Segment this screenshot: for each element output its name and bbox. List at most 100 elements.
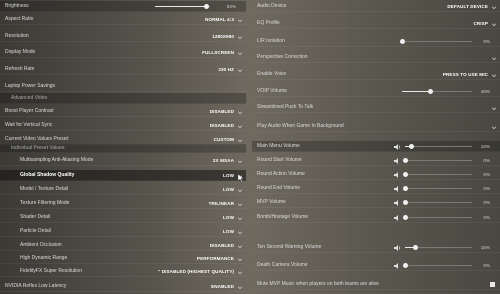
- fsr-label: FidelityFX Super Resolution: [20, 268, 82, 274]
- chevron-down-icon[interactable]: [491, 4, 497, 10]
- chevron-down-icon[interactable]: [237, 50, 243, 56]
- shadow-quality-row[interactable]: Global Shadow Quality LOW: [0, 170, 246, 182]
- display-mode-row[interactable]: Display Mode FULLSCREEN: [0, 47, 246, 58]
- chevron-down-icon[interactable]: [237, 243, 243, 249]
- round-action-volume-slider-knob[interactable]: [402, 172, 408, 177]
- mouse-cursor-icon: [238, 174, 244, 182]
- round-start-volume-value: 0%: [483, 157, 490, 163]
- round-end-volume-value: 0%: [483, 185, 490, 191]
- death-camera-volume-slider-knob[interactable]: [402, 263, 408, 268]
- shader-detail-row[interactable]: Shader Detail LOW: [0, 212, 246, 223]
- hdr-label: High Dynamic Range: [20, 255, 68, 261]
- ten-second-volume-slider-knob[interactable]: [412, 245, 418, 250]
- chevron-down-icon[interactable]: [237, 229, 243, 235]
- msaa-row[interactable]: Multisampling Anti-Aliasing Mode 2X MSAA: [0, 155, 246, 166]
- mute-mvp-label: Mute MVP Music when players on both team…: [257, 281, 379, 287]
- aspect-ratio-label: Aspect Ratio: [5, 16, 34, 22]
- eq-profile-row[interactable]: EQ Profile CRISP: [252, 18, 500, 29]
- ten-second-volume-row: Ten Second Warning Volume 15%: [252, 242, 500, 253]
- voip-volume-slider-knob[interactable]: [427, 89, 433, 94]
- boost-contrast-label: Boost Player Contrast: [5, 108, 54, 114]
- texture-filter-row[interactable]: Texture Filtering Mode TRILINEAR: [0, 198, 246, 209]
- lr-isolation-slider-knob[interactable]: [399, 39, 405, 44]
- refresh-rate-row[interactable]: Refresh Rate 230 HZ: [0, 64, 246, 75]
- bomb-volume-label: Bomb/Hostage Volume: [257, 214, 309, 220]
- laptop-power-row[interactable]: Laptop Power Savings: [0, 81, 246, 92]
- death-camera-volume-slider[interactable]: [402, 263, 472, 268]
- chevron-down-icon[interactable]: [491, 72, 497, 78]
- main-menu-volume-slider-knob[interactable]: [409, 144, 415, 149]
- chevron-down-icon[interactable]: [237, 123, 243, 129]
- death-camera-volume-label: Death Camera Volume: [257, 262, 308, 268]
- voip-volume-value: 40%: [480, 88, 490, 94]
- round-start-volume-slider[interactable]: [402, 158, 472, 163]
- chevron-down-icon[interactable]: [491, 55, 497, 61]
- resolution-row[interactable]: Resolution 1280X960: [0, 31, 246, 42]
- chevron-down-icon[interactable]: [237, 201, 243, 207]
- round-action-volume-slider[interactable]: [402, 172, 472, 177]
- play-audio-bg-row[interactable]: Play Audio When Game In Background: [252, 121, 500, 132]
- streamlined-ptt-row[interactable]: Streamlined Push To Talk: [252, 102, 500, 113]
- speaker-icon: [394, 245, 401, 251]
- speaker-icon: [394, 186, 398, 192]
- bomb-volume-slider[interactable]: [402, 215, 472, 220]
- ten-second-volume-value: 15%: [480, 244, 490, 250]
- death-camera-volume-row: Death Camera Volume 0%: [252, 260, 500, 271]
- reflex-value: ENABLED: [211, 283, 234, 289]
- lr-isolation-slider[interactable]: [399, 39, 472, 44]
- hdr-row[interactable]: High Dynamic Range PERFORMANCE: [0, 253, 246, 264]
- round-end-volume-slider[interactable]: [402, 186, 472, 191]
- chevron-down-icon[interactable]: [491, 124, 497, 130]
- chevron-down-icon[interactable]: [237, 17, 243, 23]
- mute-mvp-toggle[interactable]: [490, 281, 495, 287]
- round-start-volume-row: Round Start Volume 0%: [252, 155, 500, 166]
- particle-detail-label: Particle Detail: [20, 228, 51, 234]
- ambient-occlusion-row[interactable]: Ambient Occlusion DISABLED: [0, 240, 246, 251]
- chevron-down-icon[interactable]: [237, 158, 243, 164]
- boost-contrast-row[interactable]: Boost Player Contrast DISABLED: [0, 106, 246, 117]
- bomb-volume-slider-knob[interactable]: [402, 215, 408, 220]
- chevron-down-icon[interactable]: [237, 109, 243, 115]
- audio-device-row[interactable]: Audio Device DEFAULT DEVICE: [252, 1, 500, 12]
- brightness-slider-knob[interactable]: [203, 4, 209, 9]
- shader-detail-label: Shader Detail: [20, 214, 51, 220]
- mvp-volume-value: 0%: [483, 199, 490, 205]
- mvp-volume-slider-knob[interactable]: [402, 200, 408, 205]
- chevron-down-icon[interactable]: [237, 67, 243, 73]
- main-menu-volume-slider[interactable]: [405, 144, 472, 149]
- enable-voice-row[interactable]: Enable Voice PRESS TO USE MIC: [252, 69, 500, 80]
- texture-detail-row[interactable]: Model / Texture Detail LOW: [0, 184, 246, 195]
- play-audio-bg-label: Play Audio When Game In Background: [257, 123, 344, 129]
- lr-isolation-row: L/R Isolation 0%: [252, 36, 500, 47]
- vsync-value: DISABLED: [209, 122, 234, 128]
- round-end-volume-row: Round End Volume 0%: [252, 183, 500, 194]
- chevron-down-icon[interactable]: [237, 284, 243, 290]
- reflex-row[interactable]: NVIDIA Reflex Low Latency ENABLED: [0, 281, 246, 292]
- chevron-down-icon[interactable]: [491, 105, 497, 111]
- round-start-volume-slider-knob[interactable]: [402, 158, 408, 163]
- display-mode-value: FULLSCREEN: [202, 49, 234, 55]
- round-end-volume-label: Round End Volume: [257, 185, 301, 191]
- chevron-down-icon[interactable]: [237, 187, 243, 193]
- chevron-down-icon[interactable]: [237, 256, 243, 262]
- perspective-row[interactable]: Perspective Correction: [252, 52, 500, 63]
- ten-second-volume-slider[interactable]: [405, 245, 472, 250]
- brightness-row: Brightness 93%: [0, 1, 246, 12]
- mute-mvp-row[interactable]: Mute MVP Music when players on both team…: [252, 279, 500, 290]
- particle-detail-row[interactable]: Particle Detail LOW: [0, 226, 246, 237]
- chevron-down-icon[interactable]: [491, 21, 497, 27]
- speaker-icon: [394, 158, 398, 164]
- chevron-down-icon[interactable]: [237, 215, 243, 221]
- aspect-ratio-row[interactable]: Aspect Ratio NORMAL 4:3: [0, 14, 246, 25]
- brightness-slider[interactable]: [155, 4, 210, 9]
- voip-volume-slider[interactable]: [402, 89, 472, 94]
- round-end-volume-slider-knob[interactable]: [402, 186, 408, 191]
- chevron-down-icon[interactable]: [237, 34, 243, 40]
- chevron-down-icon[interactable]: [237, 269, 243, 275]
- chevron-down-icon[interactable]: [237, 137, 243, 143]
- mvp-volume-slider[interactable]: [402, 200, 472, 205]
- fsr-row[interactable]: FidelityFX Super Resolution " DISABLED (…: [0, 266, 246, 277]
- vsync-row[interactable]: Wait for Vertical Sync DISABLED: [0, 120, 246, 131]
- audio-settings-panel: Audio Device DEFAULT DEVICE EQ Profile C…: [252, 0, 500, 294]
- round-action-volume-value: 0%: [483, 171, 490, 177]
